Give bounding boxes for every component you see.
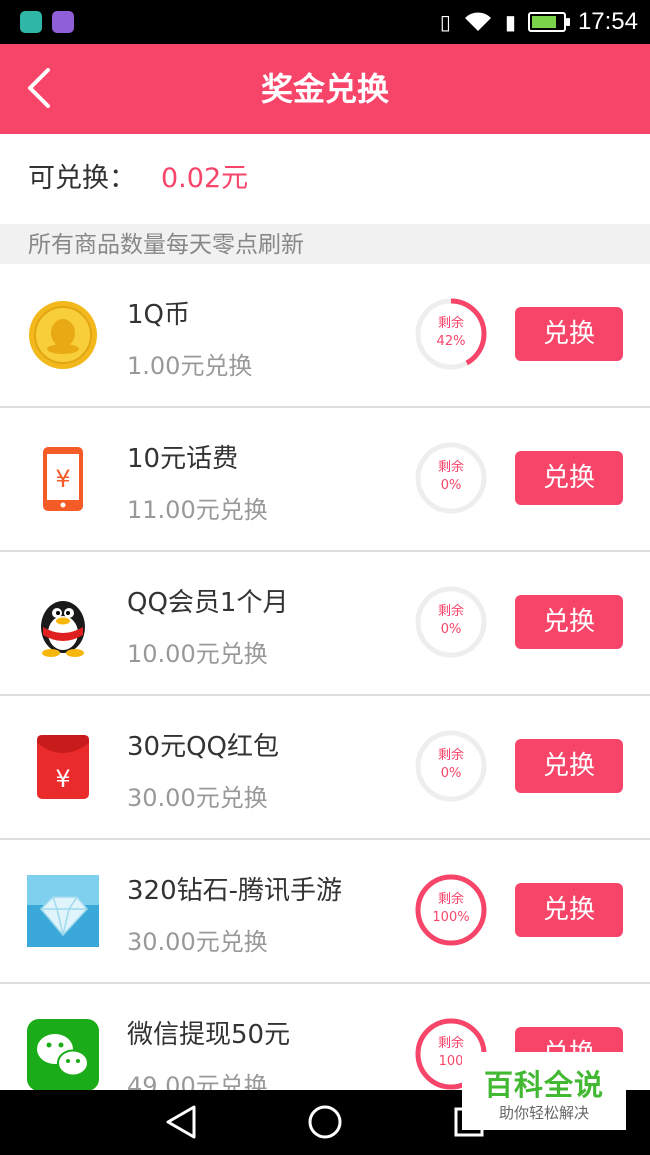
battery-icon <box>527 12 570 32</box>
reward-item-diamond: 320钻石-腾讯手游 30.00元兑换 剩余 100% 兑换 <box>0 840 650 984</box>
item-name: 10元话费 <box>127 444 239 474</box>
reward-item-qq-vip: QQ会员1个月 10.00元兑换 剩余 0% 兑换 <box>0 552 650 696</box>
sim-icon: ▮ <box>504 10 516 34</box>
remaining-label: 剩余 <box>437 604 464 619</box>
remaining-label: 剩余 <box>437 892 464 907</box>
reward-item-red-envelope: ¥ 30元QQ红包 30.00元兑换 剩余 0% 兑换 <box>0 696 650 840</box>
item-price: 11.00元兑换 <box>127 496 268 524</box>
reward-item-q-coin: 1Q币 1.00元兑换 剩余 42% 兑换 <box>0 264 650 408</box>
exchange-button[interactable]: 兑换 <box>515 739 623 793</box>
remaining-ring: 剩余 0% <box>414 441 488 515</box>
exchange-button[interactable]: 兑换 <box>515 595 623 649</box>
diamond-icon <box>27 875 99 947</box>
exchange-button[interactable]: 兑换 <box>515 451 623 505</box>
remaining-value: 0% <box>440 766 462 781</box>
remaining-ring: 剩余 42% <box>414 297 488 371</box>
remaining-label: 剩余 <box>437 1036 464 1051</box>
balance-value: 0.02元 <box>161 163 249 194</box>
remaining-label: 剩余 <box>437 460 464 475</box>
item-name: 微信提现50元 <box>127 1020 291 1050</box>
refresh-notice-text: 所有商品数量每天零点刷新 <box>28 232 304 258</box>
item-name: 1Q币 <box>127 300 191 330</box>
item-price: 30.00元兑换 <box>127 928 268 956</box>
app-header: 奖金兑换 <box>0 44 650 134</box>
vibrate-icon: ▯ <box>439 10 451 34</box>
item-name: 30元QQ红包 <box>127 732 280 762</box>
status-time: 17:54 <box>577 8 638 35</box>
page-title: 奖金兑换 <box>260 70 389 108</box>
nav-home-icon[interactable] <box>307 1104 343 1140</box>
remaining-ring: 剩余 0% <box>414 585 488 659</box>
remaining-label: 剩余 <box>437 748 464 763</box>
watermark-title: 百科全说 <box>483 1068 604 1102</box>
watermark-logo: 百科全说 助你轻松解决 <box>462 1052 626 1130</box>
gallery-app-icon <box>52 11 74 33</box>
wifi-icon <box>464 12 491 31</box>
remaining-value: 100% <box>432 910 470 925</box>
remaining-ring: 剩余 0% <box>414 729 488 803</box>
remaining-ring: 剩余 100% <box>414 873 488 947</box>
item-price: 30.00元兑换 <box>127 784 268 812</box>
exchange-button[interactable]: 兑换 <box>515 883 623 937</box>
reward-list: 1Q币 1.00元兑换 剩余 42% 兑换 ¥ 10元话费 11.00元兑换 剩 <box>0 264 650 1128</box>
item-name: 320钻石-腾讯手游 <box>127 876 343 906</box>
status-bar: ▯ ▮ 17:54 <box>0 0 650 44</box>
nav-back-icon[interactable] <box>164 1104 198 1140</box>
watermark-subtitle: 助你轻松解决 <box>498 1104 589 1122</box>
remaining-value: 0% <box>440 622 462 637</box>
remaining-label: 剩余 <box>437 316 464 331</box>
qq-penguin-icon <box>41 601 85 657</box>
red-envelope-icon: ¥ <box>37 735 89 799</box>
item-price: 1.00元兑换 <box>127 352 253 380</box>
remaining-value: 42% <box>436 334 466 349</box>
android-app-icon <box>20 11 42 33</box>
exchange-button[interactable]: 兑换 <box>515 307 623 361</box>
q-coin-icon <box>29 301 97 369</box>
refresh-notice: 所有商品数量每天零点刷新 <box>0 224 650 264</box>
phone-credit-icon: ¥ <box>43 447 83 511</box>
item-price: 10.00元兑换 <box>127 640 268 668</box>
svg-text:¥: ¥ <box>55 765 70 793</box>
balance-label: 可兑换： <box>28 163 136 194</box>
wechat-icon <box>27 1019 99 1091</box>
item-name: QQ会员1个月 <box>127 588 289 618</box>
reward-item-phone-credit: ¥ 10元话费 11.00元兑换 剩余 0% 兑换 <box>0 408 650 552</box>
svg-text:¥: ¥ <box>55 465 70 493</box>
remaining-value: 0% <box>440 478 462 493</box>
balance-row: 可兑换： 0.02元 <box>0 134 650 224</box>
